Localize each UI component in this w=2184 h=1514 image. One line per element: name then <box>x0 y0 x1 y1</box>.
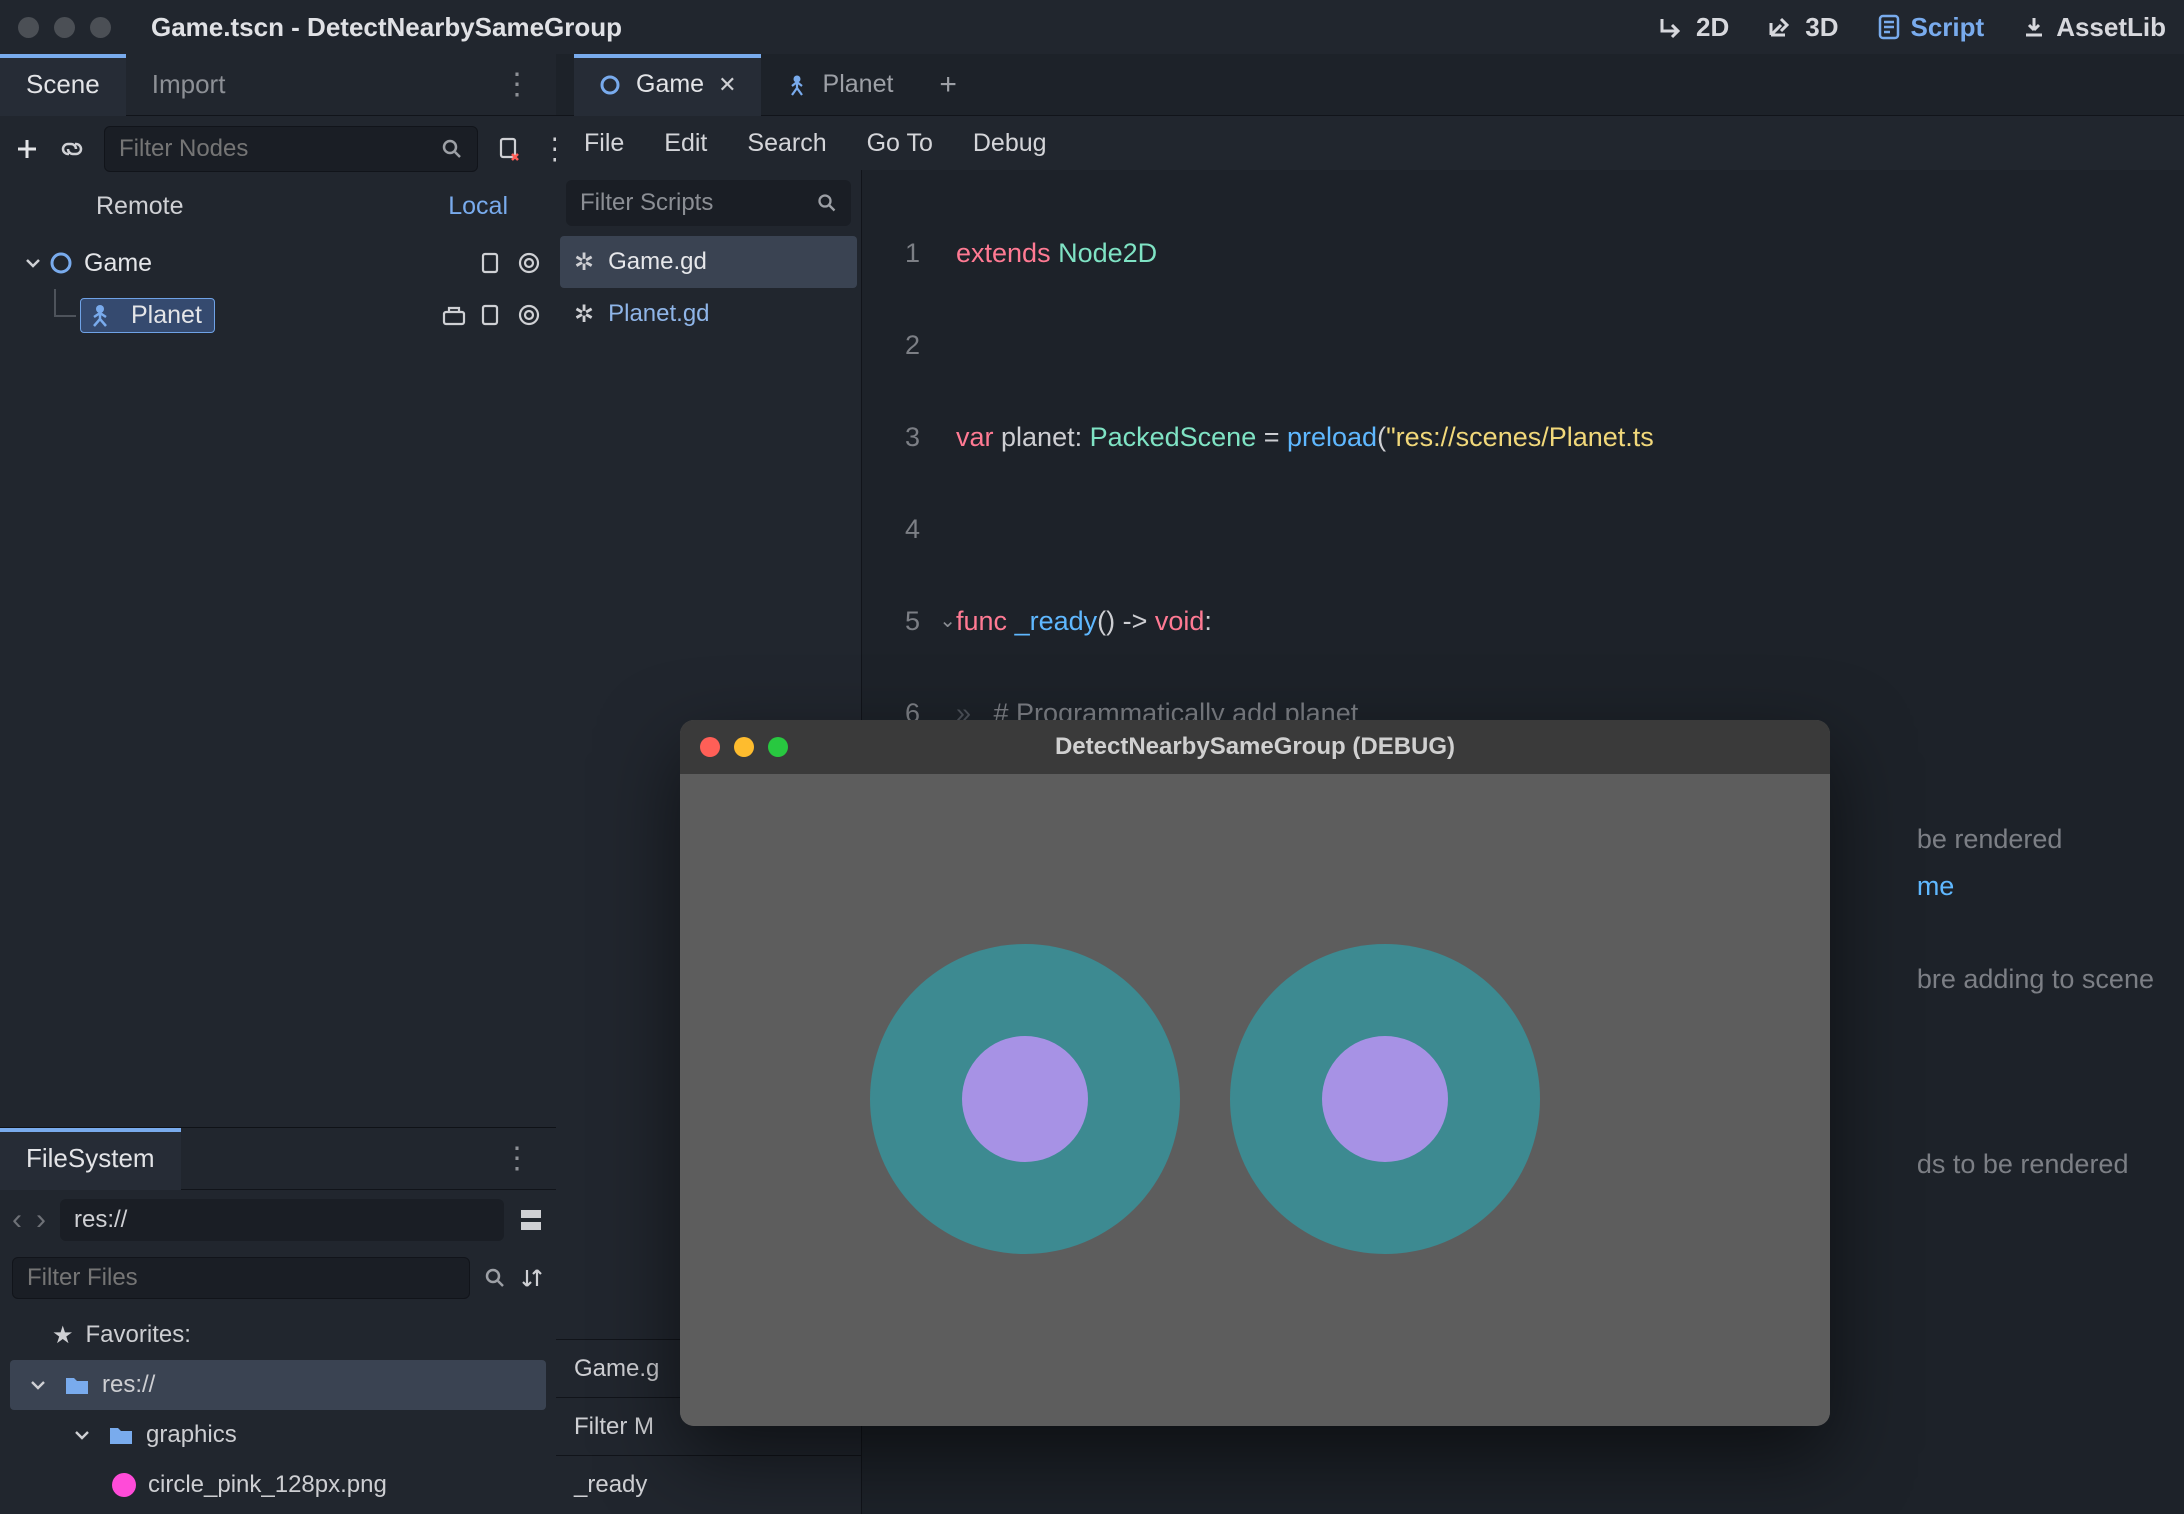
scene-remote[interactable]: Remote <box>96 192 184 221</box>
fs-res-root[interactable]: res:// <box>10 1360 546 1410</box>
code-partial: bre adding to scene <box>1917 964 2154 994</box>
script-open-icon[interactable] <box>480 252 502 274</box>
node2d-icon <box>48 250 74 276</box>
planet-sprite <box>1230 944 1540 1254</box>
dock-menu-icon[interactable]: ⋮ <box>488 67 546 102</box>
traffic-max[interactable] <box>90 17 111 38</box>
menu-file[interactable]: File <box>584 129 624 158</box>
workspace-script[interactable]: Script <box>1877 12 1985 43</box>
folder-icon <box>108 1424 134 1446</box>
traffic-close[interactable] <box>18 17 39 38</box>
editor-tab-game[interactable]: Game ✕ <box>574 54 761 116</box>
tab-filesystem[interactable]: FileSystem <box>0 1128 181 1190</box>
filter-scripts-input[interactable]: Filter Scripts <box>566 180 851 226</box>
filesystem-dock: FileSystem ⋮ ‹ › res:// <box>0 1127 556 1514</box>
filesystem-tree: ★ Favorites: res:// <box>0 1306 556 1514</box>
add-tab-icon[interactable]: + <box>917 68 979 102</box>
script-menubar: File Edit Search Go To Debug <box>556 116 2184 170</box>
menu-goto[interactable]: Go To <box>867 129 933 158</box>
search-icon <box>441 138 463 160</box>
scene-planet-label: Planet <box>131 301 202 330</box>
script-open-icon[interactable] <box>480 304 502 326</box>
tab-import[interactable]: Import <box>126 54 252 116</box>
fold-icon[interactable]: ⌄ <box>939 598 956 644</box>
scene-local[interactable]: Local <box>448 192 508 221</box>
visibility-icon[interactable] <box>516 304 542 326</box>
characterbody2d-icon <box>87 302 113 328</box>
game-viewport <box>680 774 1830 1426</box>
filter-nodes-input[interactable] <box>104 126 478 172</box>
filesystem-path[interactable]: res:// <box>60 1199 504 1241</box>
folder-icon <box>64 1374 90 1396</box>
editor-tab-planet[interactable]: Planet <box>761 54 918 116</box>
editor-tabs: Game ✕ Planet + <box>556 54 2184 116</box>
chevron-down-icon[interactable] <box>30 1377 52 1393</box>
traffic-min[interactable] <box>54 17 75 38</box>
scene-tree-planet[interactable]: Planet <box>38 289 548 341</box>
tab-scene[interactable]: Scene <box>0 54 126 116</box>
filter-nodes-field[interactable] <box>119 135 429 163</box>
visibility-icon[interactable] <box>516 252 542 274</box>
arrow-2d-icon <box>1658 15 1686 39</box>
fs-graphics-folder[interactable]: graphics <box>10 1410 546 1460</box>
gear-icon: ✲ <box>574 300 594 329</box>
menu-edit[interactable]: Edit <box>664 129 707 158</box>
chevron-down-icon[interactable] <box>74 1427 96 1443</box>
search-icon <box>817 193 837 213</box>
scene-tree-root[interactable]: Game <box>18 237 548 289</box>
code-partial: ds to be rendered <box>1917 1149 2129 1179</box>
script-icon <box>1877 14 1901 40</box>
script-item-planet[interactable]: ✲ Planet.gd <box>560 288 857 340</box>
script-item-game[interactable]: ✲ Game.gd <box>560 236 857 288</box>
gear-icon: ✲ <box>574 248 594 277</box>
scene-remote-local: Remote Local <box>0 182 556 233</box>
filesystem-filterbar <box>0 1250 556 1306</box>
menu-search[interactable]: Search <box>747 129 826 158</box>
add-node-icon[interactable] <box>14 136 40 162</box>
workspace-3d[interactable]: 3D <box>1767 12 1838 43</box>
game-window-title: DetectNearbySameGroup (DEBUG) <box>680 733 1830 761</box>
search-icon <box>484 1267 506 1289</box>
characterbody2d-icon <box>785 73 809 97</box>
filesystem-pathbar: ‹ › res:// <box>0 1190 556 1250</box>
workspace-assetlib[interactable]: AssetLib <box>2022 12 2166 43</box>
file-thumbnail-icon <box>112 1473 136 1497</box>
planet-sprite <box>870 944 1180 1254</box>
view-mode-icon[interactable] <box>518 1207 544 1233</box>
game-window-titlebar[interactable]: DetectNearbySameGroup (DEBUG) <box>680 720 1830 774</box>
members-ready[interactable]: _ready <box>556 1456 861 1514</box>
dock-menu-icon[interactable]: ⋮ <box>488 1141 546 1176</box>
code-partial: me <box>1917 871 1955 901</box>
chevron-down-icon[interactable] <box>24 254 48 272</box>
nav-back-icon[interactable]: ‹ <box>12 1203 22 1237</box>
scene-dock-tabs: Scene Import ⋮ <box>0 54 556 116</box>
instance-scene-icon[interactable] <box>442 304 466 326</box>
tree-branch-icon <box>44 289 80 341</box>
fs-file-circlepink[interactable]: circle_pink_128px.png <box>10 1460 546 1510</box>
filter-files-input[interactable] <box>12 1257 470 1299</box>
scene-root-label: Game <box>84 249 152 278</box>
scene-script-clear-icon[interactable] <box>496 136 522 162</box>
game-debug-window[interactable]: DetectNearbySameGroup (DEBUG) <box>680 720 1830 1426</box>
arrow-3d-icon <box>1767 15 1795 39</box>
scene-toolbar: ⋮ <box>0 116 556 182</box>
scene-tree: Game Planet <box>0 233 556 349</box>
title-bar: Game.tscn - DetectNearbySameGroup 2D 3D … <box>0 0 2184 54</box>
download-icon <box>2022 15 2046 39</box>
workspace-tabs: 2D 3D Script AssetLib <box>1658 12 2166 43</box>
window-controls <box>18 17 111 38</box>
workspace-2d[interactable]: 2D <box>1658 12 1729 43</box>
nav-fwd-icon[interactable]: › <box>36 1203 46 1237</box>
sort-icon[interactable] <box>520 1266 544 1290</box>
menu-debug[interactable]: Debug <box>973 129 1047 158</box>
close-icon[interactable]: ✕ <box>718 72 736 98</box>
window-title: Game.tscn - DetectNearbySameGroup <box>151 12 622 43</box>
code-partial: be rendered <box>1917 824 2063 854</box>
star-icon: ★ <box>52 1321 74 1350</box>
node2d-icon <box>598 73 622 97</box>
link-icon[interactable] <box>58 136 86 162</box>
fs-favorites[interactable]: ★ Favorites: <box>10 1310 546 1360</box>
